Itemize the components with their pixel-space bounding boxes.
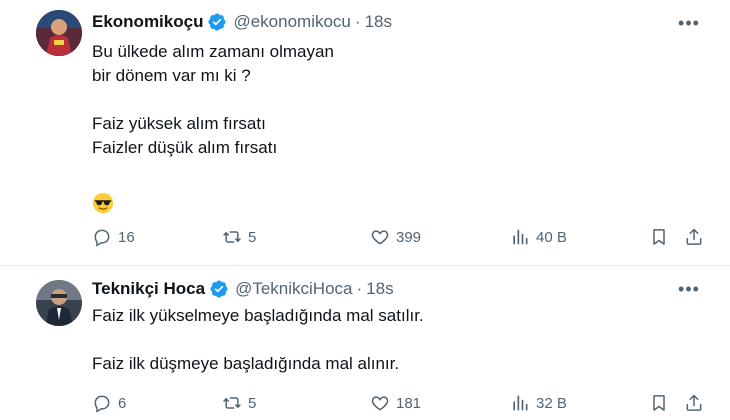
reply-count: 6 [118,394,127,412]
share-button[interactable] [684,391,704,415]
reply-button[interactable]: 6 [92,391,126,415]
retweet-count: 5 [248,228,257,246]
views-button[interactable]: 32 B [510,391,567,415]
tweet-actions: 16 5 399 40 B [92,225,712,249]
like-button[interactable]: 181 [370,391,421,415]
view-count: 40 B [536,228,567,246]
views-icon [513,229,528,245]
handle[interactable]: @TeknikciHoca [235,279,352,299]
reply-count: 16 [118,228,135,246]
retweet-button[interactable]: 5 [222,391,256,415]
avatar-image [36,10,82,56]
avatar[interactable] [36,280,82,326]
heart-icon [371,396,389,411]
sunglasses-emoji-icon [92,192,114,214]
tweet-line: bir dönem var mı ki ? [92,66,251,85]
timestamp[interactable]: 18s [365,12,392,32]
tweet-teknikcihoca[interactable]: Teknikçi Hoca @TeknikciHoca · 18s ••• Fa… [0,266,730,420]
more-options-icon[interactable]: ••• [678,278,700,300]
tweet-ekonomikocu[interactable]: Ekonomikoçu @ekonomikocu · 18s ••• Bu ül… [0,0,730,266]
bookmark-button[interactable] [649,391,669,415]
reply-icon [94,229,110,247]
more-options-icon[interactable]: ••• [678,12,700,34]
tweet-line: Faiz ilk düşmeye başladığında mal alınır… [92,354,400,373]
like-button[interactable]: 399 [370,225,421,249]
avatar[interactable] [36,10,82,56]
tweet-header: Ekonomikoçu @ekonomikocu · 18s [92,10,392,34]
handle[interactable]: @ekonomikocu [233,12,350,32]
tweet-line: Bu ülkede alım zamanı olmayan [92,42,334,61]
share-icon [686,394,702,411]
retweet-button[interactable]: 5 [222,225,256,249]
tweet-line: Faizler düşük alım fırsatı [92,138,278,157]
bookmark-icon [653,395,665,411]
verified-badge-icon [209,279,229,299]
retweet-icon [223,397,241,409]
like-count: 181 [396,394,422,412]
share-icon [686,228,702,245]
retweet-icon [223,231,241,243]
like-count: 399 [396,228,422,246]
separator-dot: · [356,279,363,298]
display-name[interactable]: Teknikçi Hoca [92,279,205,299]
tweet-line: Faiz ilk yükselmeye başladığında mal sat… [92,306,424,325]
views-button[interactable]: 40 B [510,225,567,249]
view-count: 32 B [536,394,567,412]
tweet-text: Faiz ilk yükselmeye başladığında mal sat… [92,304,424,376]
views-icon [513,395,528,411]
tweet-actions: 6 5 181 32 B [92,391,712,415]
share-button[interactable] [684,225,704,249]
heart-icon [371,230,389,245]
display-name[interactable]: Ekonomikoçu [92,12,203,32]
avatar-image [36,280,82,326]
tweet-line: Faiz yüksek alım fırsatı [92,114,266,133]
bookmark-button[interactable] [649,225,669,249]
timestamp[interactable]: 18s [366,279,393,299]
tweet-text: Bu ülkede alım zamanı olmayan bir dönem … [92,40,334,221]
retweet-count: 5 [248,394,257,412]
reply-icon [94,395,110,413]
separator-dot: · [354,12,361,31]
verified-badge-icon [207,12,227,32]
reply-button[interactable]: 16 [92,225,135,249]
bookmark-icon [653,229,665,245]
tweet-header: Teknikçi Hoca @TeknikciHoca · 18s [92,277,394,301]
